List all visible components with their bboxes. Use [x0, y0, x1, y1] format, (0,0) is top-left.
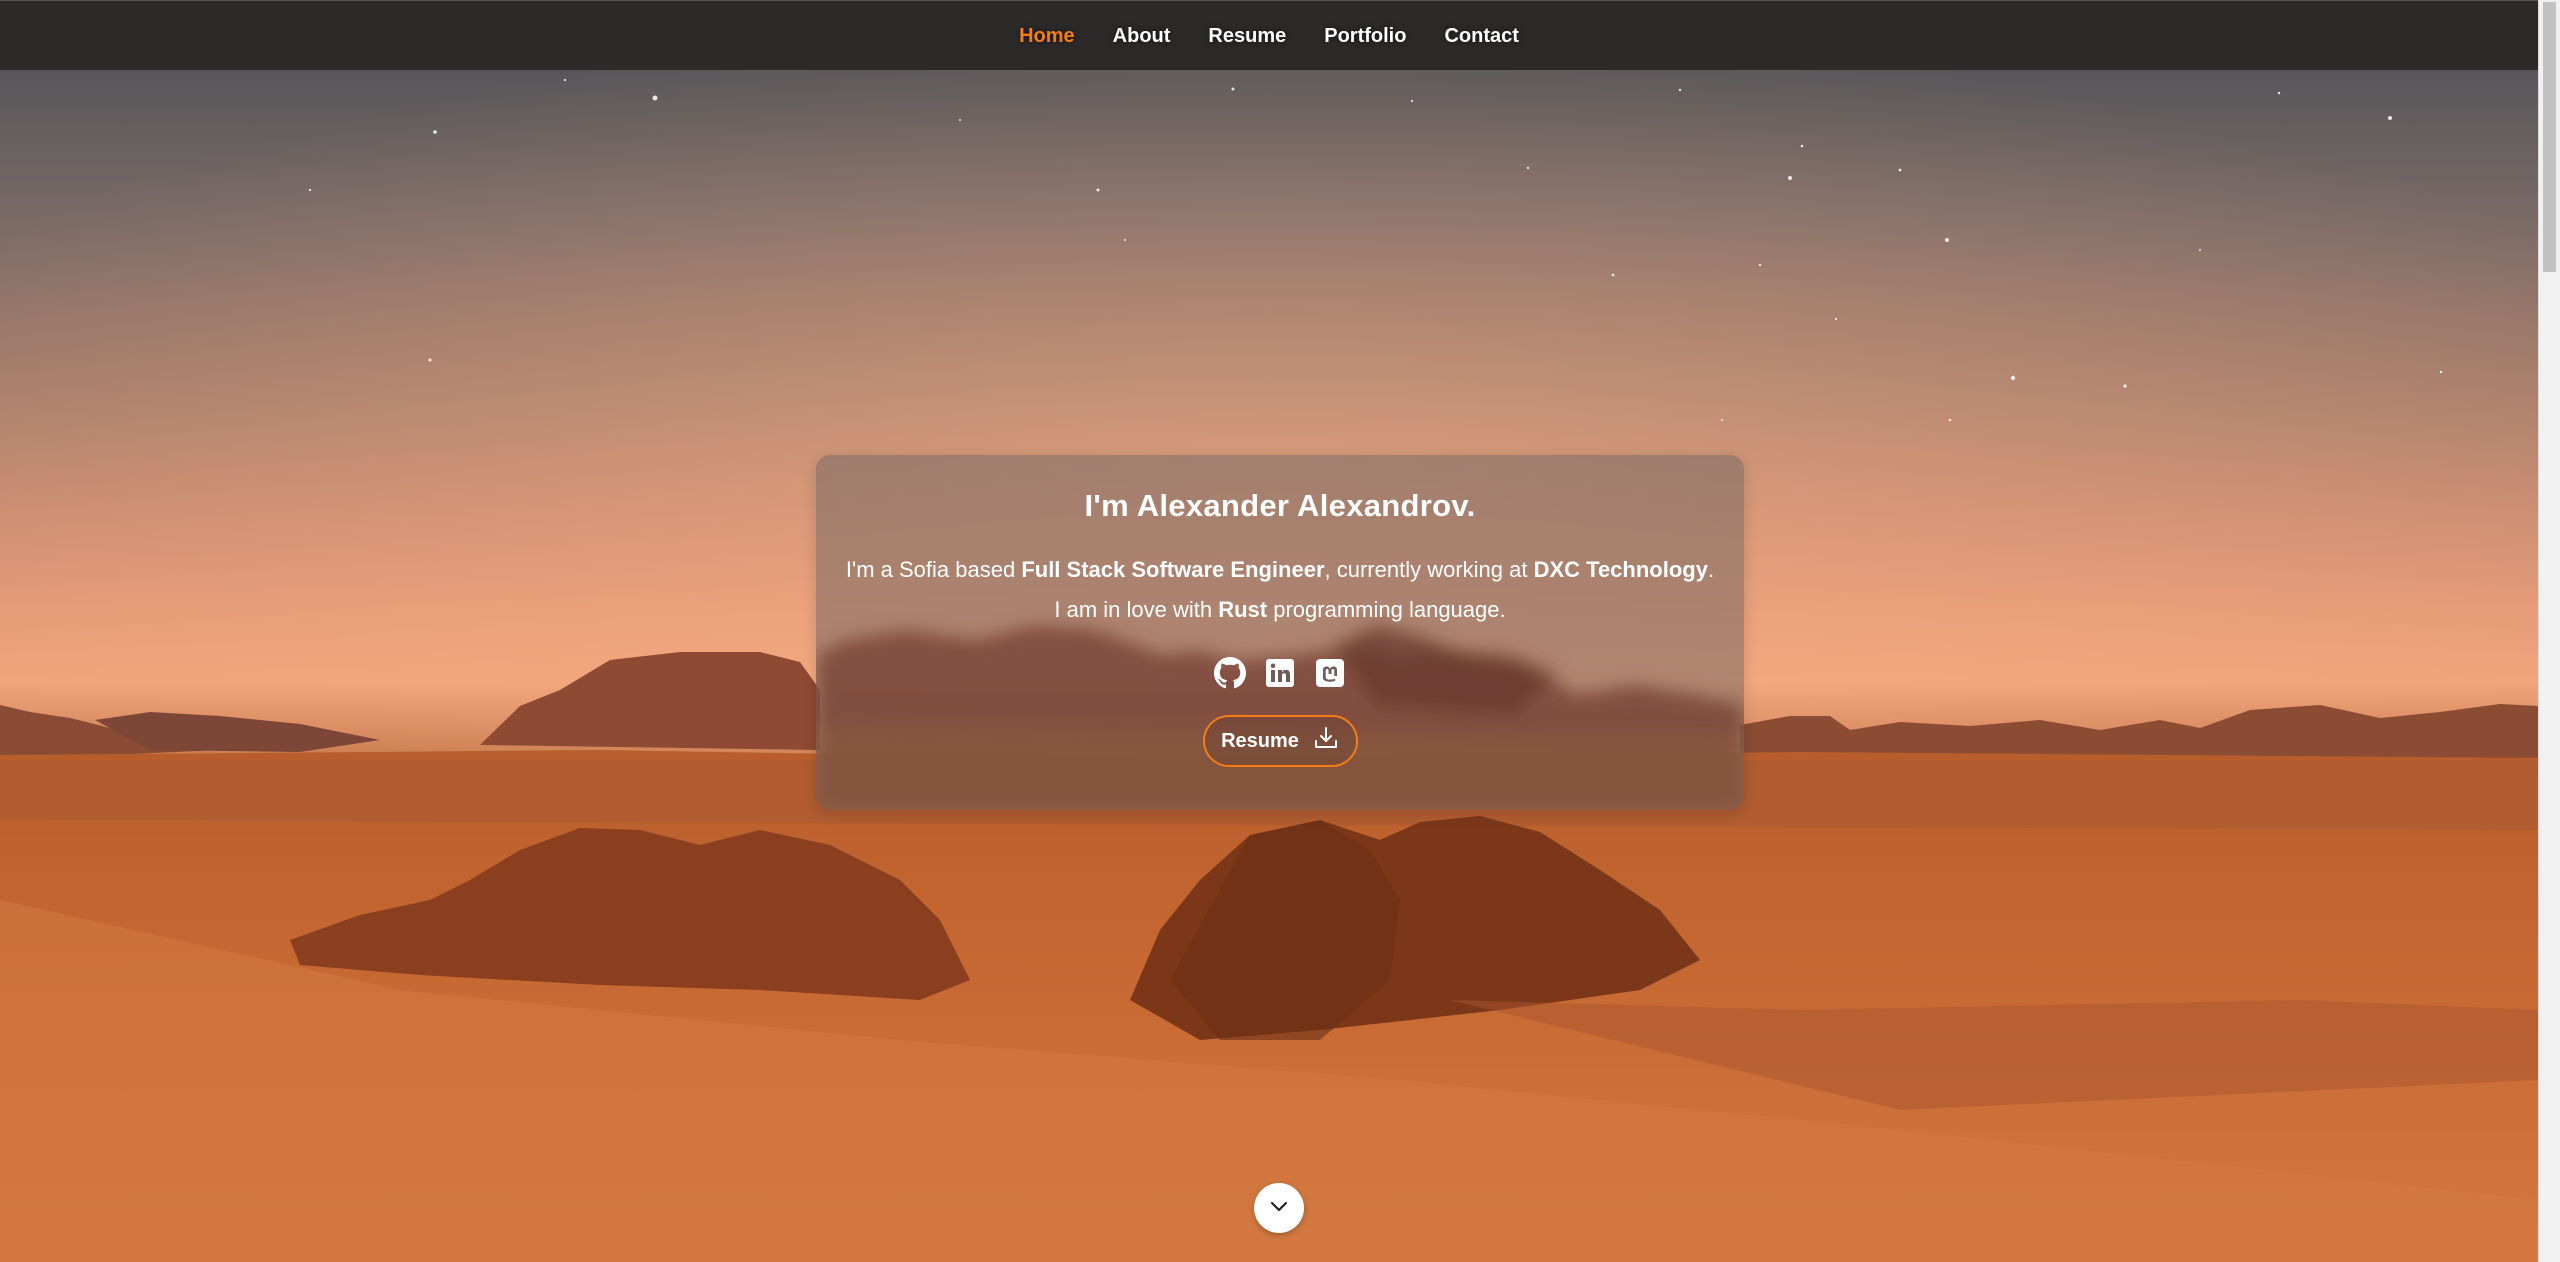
intro-line-1-prefix: I'm a Sofia based — [845, 557, 1022, 582]
top-navbar: Home About Resume Portfolio Contact — [0, 0, 2538, 70]
mastodon-icon[interactable] — [1314, 657, 1346, 689]
nav-item-home[interactable]: Home — [1000, 25, 1094, 48]
intro-title: I'm Alexander Alexandrov. — [1084, 488, 1476, 523]
github-icon[interactable] — [1214, 657, 1246, 689]
linkedin-icon[interactable] — [1264, 657, 1296, 689]
download-icon — [1313, 725, 1339, 757]
intro-line-1: I'm a Sofia based Full Stack Software En… — [816, 550, 1744, 590]
resume-download-button[interactable]: Resume — [1202, 715, 1358, 767]
intro-line-2: I am in love with Rust programming langu… — [816, 590, 1744, 630]
page: Home About Resume Portfolio Contact I'm … — [0, 0, 2560, 1262]
intro-card: I'm Alexander Alexandrov. I'm a Sofia ba… — [816, 455, 1744, 810]
social-links — [816, 657, 1744, 689]
nav-item-contact[interactable]: Contact — [1425, 25, 1537, 48]
chevron-down-icon — [1266, 1193, 1292, 1224]
nav-item-resume[interactable]: Resume — [1189, 25, 1305, 48]
scroll-down-button[interactable] — [1254, 1183, 1304, 1233]
intro-line-2-prefix: I am in love with — [1054, 597, 1219, 622]
scrollbar-thumb[interactable] — [2543, 2, 2556, 272]
intro-line-1-suffix: . — [1707, 557, 1715, 582]
company-name: DXC Technology — [1533, 557, 1708, 582]
nav-item-portfolio[interactable]: Portfolio — [1305, 25, 1425, 48]
resume-button-label: Resume — [1221, 729, 1299, 752]
intro-line-2-suffix: programming language. — [1267, 597, 1506, 622]
job-title: Full Stack Software Engineer — [1021, 557, 1325, 582]
page-scrollbar[interactable] — [2538, 0, 2560, 1262]
language-name: Rust — [1218, 597, 1268, 622]
intro-line-1-middle: , currently working at — [1324, 557, 1534, 582]
nav-item-about[interactable]: About — [1094, 25, 1190, 48]
